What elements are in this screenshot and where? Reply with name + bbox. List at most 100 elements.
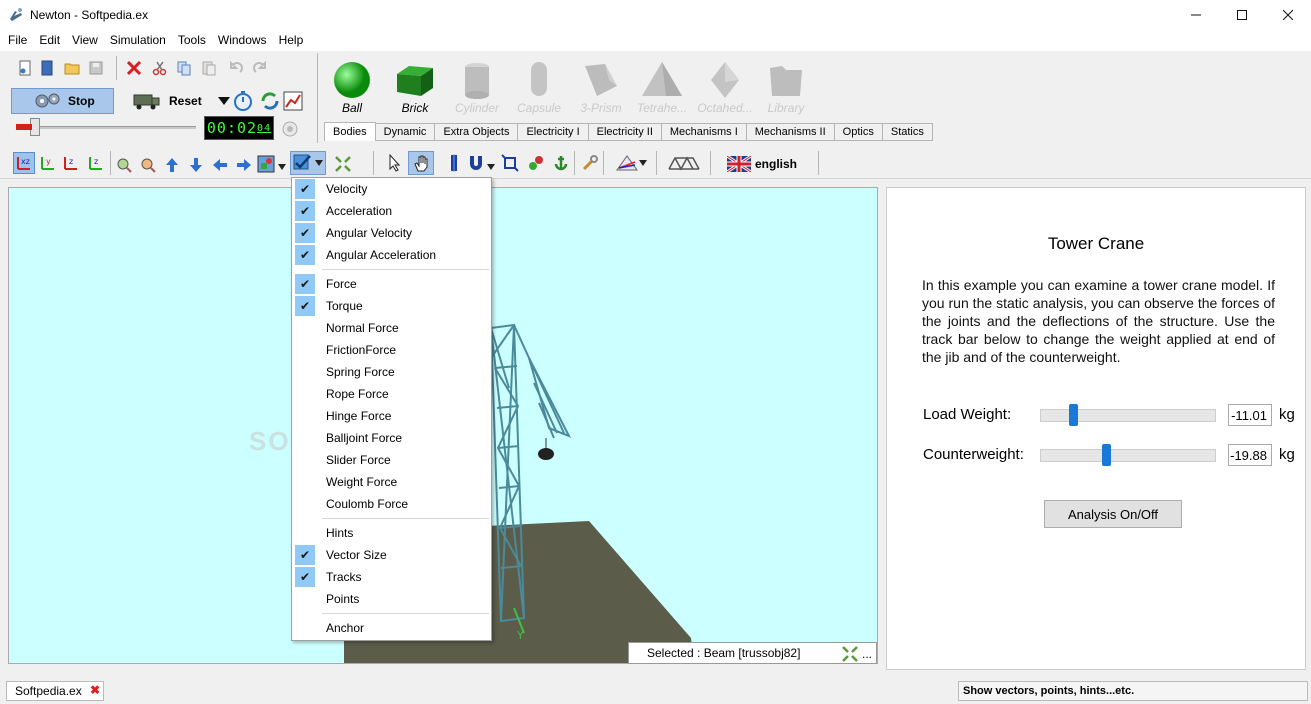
view-xy-button[interactable]: y	[38, 153, 58, 173]
open-library-button[interactable]	[37, 58, 57, 78]
tool-wrench-button[interactable]	[580, 153, 600, 173]
analysis-toggle-button[interactable]: Analysis On/Off	[1044, 500, 1182, 528]
maximize-button[interactable]	[1219, 0, 1265, 30]
menu-item-balljoint-force[interactable]: Balljoint Force	[292, 427, 491, 449]
reset-dropdown-arrow[interactable]	[214, 91, 234, 111]
pan-right-button[interactable]	[234, 155, 254, 175]
tab-bodies[interactable]: Bodies	[324, 122, 376, 141]
render-mode-button[interactable]	[256, 154, 276, 174]
select-tool-button[interactable]	[385, 153, 405, 173]
pan-up-button[interactable]	[162, 155, 182, 175]
undo-button[interactable]	[226, 58, 246, 78]
tab-optics[interactable]: Optics	[834, 123, 883, 141]
tab-statics[interactable]: Statics	[882, 123, 933, 141]
new-button[interactable]	[15, 58, 35, 78]
close-tab-icon[interactable]: ✖	[90, 683, 100, 697]
more-options[interactable]: ...	[862, 647, 872, 661]
menu-simulation[interactable]: Simulation	[104, 30, 172, 51]
pan-left-button[interactable]	[210, 155, 230, 175]
menu-item-vector-size[interactable]: ✔ Vector Size	[292, 544, 491, 566]
view-3d-button[interactable]: z	[86, 153, 106, 173]
rotate-tool-button[interactable]	[444, 153, 464, 173]
menu-item-hints[interactable]: Hints	[292, 522, 491, 544]
menu-item-frictionforce[interactable]: FrictionForce	[292, 339, 491, 361]
body-library[interactable]: Library	[756, 58, 816, 118]
tab-electricity-2[interactable]: Electricity II	[588, 123, 662, 141]
fit-view-button[interactable]	[333, 154, 353, 174]
load-weight-value[interactable]: -11.01	[1228, 404, 1272, 426]
joint-tool-button[interactable]	[526, 153, 546, 173]
menu-item-angular-velocity[interactable]: ✔ Angular Velocity	[292, 222, 491, 244]
menu-item-spring-force[interactable]: Spring Force	[292, 361, 491, 383]
save-button[interactable]	[86, 58, 106, 78]
export-button[interactable]	[259, 90, 281, 112]
counterweight-value[interactable]: -19.88	[1228, 444, 1272, 466]
tab-dynamic[interactable]: Dynamic	[375, 123, 436, 141]
zoom-out-button[interactable]	[138, 155, 158, 175]
menu-item-normal-force[interactable]: Normal Force	[292, 317, 491, 339]
menu-item-acceleration[interactable]: ✔ Acceleration	[292, 200, 491, 222]
paste-button[interactable]	[199, 58, 219, 78]
pan-down-button[interactable]	[186, 155, 206, 175]
truss-button[interactable]	[666, 152, 702, 174]
timer-settings-button[interactable]	[280, 119, 300, 139]
load-weight-track[interactable]	[1040, 409, 1216, 422]
menu-item-anchor[interactable]: Anchor	[292, 617, 491, 639]
body-tetrahedron[interactable]: Tetrahe...	[632, 58, 692, 118]
view-xz-button[interactable]: xz	[13, 152, 35, 174]
close-button[interactable]	[1265, 0, 1311, 30]
tab-electricity-1[interactable]: Electricity I	[518, 123, 589, 141]
zoom-in-button[interactable]	[114, 155, 134, 175]
cut-button[interactable]	[150, 58, 170, 78]
menu-item-force[interactable]: ✔ Force	[292, 273, 491, 295]
magnet-tool-arrow[interactable]	[486, 157, 496, 177]
menu-file[interactable]: File	[2, 30, 33, 51]
menu-item-coulomb-force[interactable]: Coulomb Force	[292, 493, 491, 515]
anchor-tool-button[interactable]	[551, 153, 571, 173]
menu-windows[interactable]: Windows	[212, 30, 273, 51]
delete-button[interactable]	[124, 58, 144, 78]
tab-mechanisms-1[interactable]: Mechanisms I	[661, 123, 747, 141]
redo-button[interactable]	[250, 58, 270, 78]
menu-item-torque[interactable]: ✔ Torque	[292, 295, 491, 317]
counterweight-track[interactable]	[1040, 449, 1216, 462]
language-selector[interactable]: english	[727, 151, 817, 177]
menu-item-angular-acceleration[interactable]: ✔ Angular Acceleration	[292, 244, 491, 266]
magnet-tool-button[interactable]	[466, 153, 486, 173]
menu-edit[interactable]: Edit	[33, 30, 66, 51]
body-brick[interactable]: Brick	[385, 58, 445, 118]
hand-tool-button[interactable]	[408, 151, 434, 175]
expand-arrows-icon[interactable]	[841, 645, 859, 663]
render-mode-arrow[interactable]	[277, 157, 287, 177]
menu-item-velocity[interactable]: ✔ Velocity	[292, 178, 491, 200]
menu-help[interactable]: Help	[273, 30, 310, 51]
minimize-button[interactable]	[1173, 0, 1219, 30]
menu-item-rope-force[interactable]: Rope Force	[292, 383, 491, 405]
menu-item-weight-force[interactable]: Weight Force	[292, 471, 491, 493]
stopwatch-button[interactable]	[232, 90, 254, 112]
show-vectors-button[interactable]	[290, 151, 326, 175]
load-weight-thumb[interactable]	[1068, 404, 1078, 426]
menu-view[interactable]: View	[66, 30, 104, 51]
menu-item-slider-force[interactable]: Slider Force	[292, 449, 491, 471]
copy-button[interactable]	[174, 58, 194, 78]
menu-item-tracks[interactable]: ✔ Tracks	[292, 566, 491, 588]
reset-button[interactable]: Reset	[131, 88, 211, 114]
body-octahedron[interactable]: Octahed...	[695, 58, 755, 118]
tab-mechanisms-2[interactable]: Mechanisms II	[746, 123, 835, 141]
tab-extra-objects[interactable]: Extra Objects	[435, 123, 519, 141]
menu-tools[interactable]: Tools	[172, 30, 212, 51]
counterweight-thumb[interactable]	[1102, 444, 1112, 466]
stop-button[interactable]: Stop	[11, 88, 114, 114]
graph-button[interactable]	[282, 90, 304, 112]
open-button[interactable]	[62, 58, 82, 78]
body-ball[interactable]: Ball	[322, 58, 382, 118]
view-yz-button[interactable]: z	[61, 153, 81, 173]
body-cylinder[interactable]: Cylinder	[447, 58, 507, 118]
simulation-speed-track[interactable]	[20, 126, 196, 129]
body-capsule[interactable]: Capsule	[509, 58, 569, 118]
body-prism[interactable]: 3-Prism	[571, 58, 631, 118]
menu-item-points[interactable]: Points	[292, 588, 491, 610]
resize-tool-button[interactable]	[500, 153, 520, 173]
menu-item-hinge-force[interactable]: Hinge Force	[292, 405, 491, 427]
